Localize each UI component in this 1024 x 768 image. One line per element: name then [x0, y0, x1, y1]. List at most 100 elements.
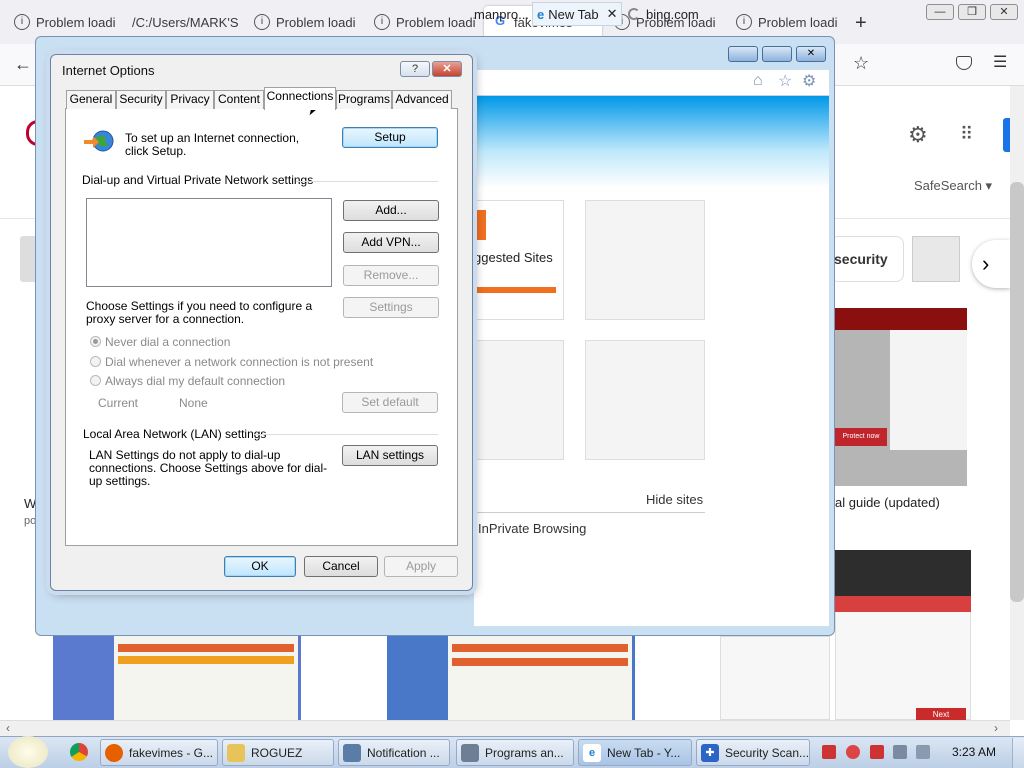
internet-connection-icon	[84, 128, 114, 154]
taskbar-item-notification[interactable]: Notification ...	[338, 739, 450, 766]
lan-settings-button[interactable]: LAN settings	[342, 445, 438, 466]
setup-button[interactable]: Setup	[342, 127, 438, 148]
browser-tab[interactable]: iProblem loadi	[728, 6, 846, 38]
image-bar	[118, 644, 294, 652]
tray-shield-icon[interactable]	[846, 745, 860, 759]
home-icon[interactable]: ⌂	[753, 72, 763, 90]
add-vpn-button[interactable]: Add VPN...	[343, 232, 439, 253]
ie-logo-icon: e	[537, 6, 545, 22]
tile-accent	[474, 210, 486, 240]
firefox-icon	[105, 743, 123, 762]
lan-description: LAN Settings do not apply to dial-up con…	[89, 448, 328, 488]
tab-advanced[interactable]: Advanced	[392, 90, 452, 109]
radio-always-dial[interactable]	[90, 375, 101, 386]
image-header-bar	[835, 308, 967, 330]
close-window-button[interactable]: ✕	[990, 4, 1018, 20]
suggested-sites-label: ggested Sites	[474, 250, 553, 265]
tile-accent-bar	[474, 287, 556, 293]
ie-maximize-button[interactable]	[762, 46, 792, 62]
image-alert-bar	[835, 596, 971, 612]
taskbar-clock[interactable]: 3:23 AM	[952, 745, 996, 759]
favorites-star-icon[interactable]: ☆	[778, 71, 792, 91]
image-result[interactable]	[720, 636, 830, 720]
ie-tab-active[interactable]: e New Tab ✕	[532, 2, 622, 26]
browser-tab[interactable]: /C:/Users/MARK'S	[124, 6, 242, 38]
scrollbar-thumb[interactable]	[1010, 182, 1024, 602]
thumbnail[interactable]	[912, 236, 960, 282]
minimize-button[interactable]: —	[926, 4, 954, 20]
taskbar-item-security-scan[interactable]: ✚ Security Scan...	[696, 739, 810, 766]
maximize-button[interactable]: ❐	[958, 4, 986, 20]
chrome-icon[interactable]	[70, 743, 88, 761]
inprivate-link[interactable]: InPrivate Browsing	[478, 521, 586, 536]
result-caption[interactable]: al guide (updated)	[835, 495, 940, 510]
add-button[interactable]: Add...	[343, 200, 439, 221]
taskbar-item-programs[interactable]: Programs an...	[456, 739, 574, 766]
connection-list[interactable]	[86, 198, 332, 287]
close-tab-icon[interactable]: ✕	[607, 6, 618, 22]
browser-tab[interactable]: iProblem loadi	[366, 6, 484, 38]
tab-content[interactable]: Content	[214, 90, 264, 109]
tab-connections[interactable]: Connections	[264, 87, 336, 110]
security-chip-label: security	[834, 251, 888, 267]
tray-network-icon[interactable]	[893, 745, 907, 759]
browser-tab[interactable]: iProblem loadi	[6, 6, 124, 38]
tray-alert-icon[interactable]	[870, 745, 884, 759]
scroll-left-icon[interactable]: ‹	[6, 721, 10, 735]
settings-gear-icon[interactable]: ⚙	[908, 122, 928, 148]
scroll-right-icon[interactable]: ›	[994, 721, 998, 735]
back-arrow-icon[interactable]: ←	[14, 54, 32, 75]
tab-general[interactable]: General	[66, 90, 116, 109]
browser-tab[interactable]: iProblem loadi	[246, 6, 364, 38]
current-label: Current	[98, 396, 139, 410]
dialog-close-button[interactable]: ✕	[432, 61, 462, 77]
show-desktop-button[interactable]	[1012, 738, 1024, 768]
start-button[interactable]	[8, 736, 48, 768]
ie-tab[interactable]: manpro...	[474, 2, 530, 26]
sign-in-button[interactable]	[1003, 118, 1010, 152]
tray-flag-icon[interactable]	[822, 745, 836, 759]
set-default-button[interactable]: Set default	[342, 392, 438, 413]
tab-security[interactable]: Security	[116, 90, 166, 109]
new-tab-button[interactable]: +	[855, 12, 867, 35]
site-tile[interactable]	[585, 340, 705, 460]
safesearch-dropdown[interactable]: SafeSearch ▾	[914, 178, 992, 194]
site-tile[interactable]	[585, 200, 705, 320]
ie-minimize-button[interactable]	[728, 46, 758, 62]
taskbar-item-ie[interactable]: e New Tab - Y...	[578, 739, 692, 766]
star-bookmark-icon[interactable]: ☆	[853, 53, 869, 74]
info-icon: i	[254, 14, 270, 30]
ie-close-button[interactable]: ✕	[796, 46, 826, 62]
radio-never-dial[interactable]	[90, 336, 101, 347]
radio-dial-whenever[interactable]	[90, 356, 101, 367]
radio-never-dial-label: Never dial a connection	[105, 335, 231, 349]
radio-dial-whenever-label: Dial whenever a network connection is no…	[105, 355, 374, 369]
tab-programs[interactable]: Programs	[336, 90, 392, 109]
apply-button[interactable]: Apply	[384, 556, 458, 577]
folder-icon	[227, 743, 245, 762]
divider	[474, 512, 705, 513]
tools-gear-icon[interactable]: ⚙	[802, 71, 816, 91]
ok-button[interactable]: OK	[224, 556, 296, 577]
tray-volume-icon[interactable]	[916, 745, 930, 759]
tab-privacy[interactable]: Privacy	[166, 90, 214, 109]
site-tile[interactable]	[460, 340, 564, 460]
current-value: None	[179, 396, 208, 410]
taskbar-item-folder[interactable]: ROGUEZ	[222, 739, 334, 766]
settings-button[interactable]: Settings	[343, 297, 439, 318]
shield-icon: ✚	[701, 743, 719, 762]
cancel-button[interactable]: Cancel	[304, 556, 378, 577]
horizontal-scrollbar[interactable]	[0, 720, 1010, 736]
apps-grid-icon[interactable]: ⠿	[960, 124, 974, 145]
remove-button[interactable]: Remove...	[343, 265, 439, 286]
help-button[interactable]: ?	[400, 61, 430, 77]
ie-banner	[474, 96, 829, 188]
protect-now-button-image: Protect now	[835, 428, 887, 446]
dialog-title: Internet Options	[62, 63, 155, 78]
radio-always-dial-label: Always dial my default connection	[105, 374, 286, 388]
menu-hamburger-icon[interactable]: ☰	[993, 52, 1007, 72]
ie-tab[interactable]: bing.com	[628, 2, 714, 26]
taskbar-item-firefox[interactable]: fakevimes - G...	[100, 739, 218, 766]
hide-sites-link[interactable]: Hide sites	[646, 492, 703, 507]
dialup-section-heading: Dial-up and Virtual Private Network sett…	[82, 173, 314, 187]
